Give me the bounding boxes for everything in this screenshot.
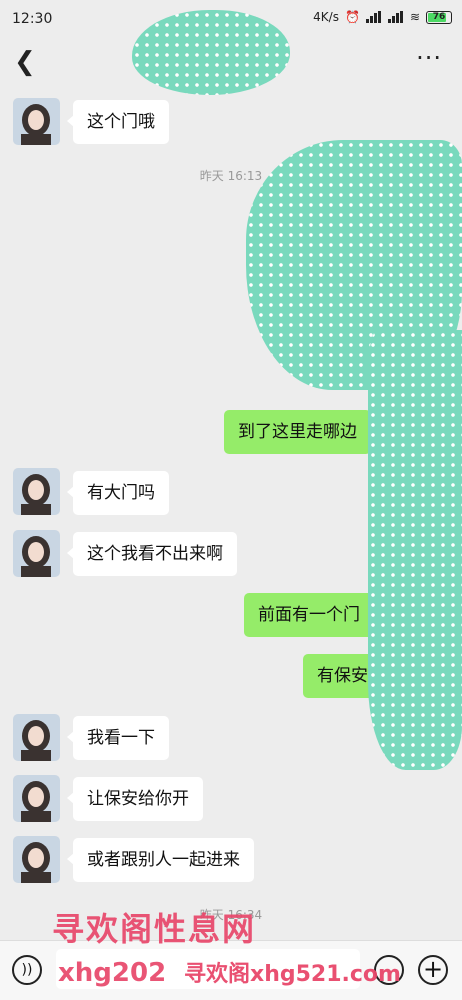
- status-icons: 4K/s ⏰ ≋ 76: [313, 10, 452, 24]
- message-bubble[interactable]: 前面有一个门: [244, 593, 380, 637]
- clock: 12:30: [12, 11, 53, 27]
- wifi-icon: ≋: [409, 10, 420, 24]
- message-bubble[interactable]: 这个门哦: [67, 100, 169, 144]
- message-bubble[interactable]: 有大门吗: [67, 471, 169, 515]
- network-speed: 4K/s: [313, 10, 339, 24]
- avatar[interactable]: [13, 714, 60, 761]
- more-dots-icon[interactable]: ···: [416, 44, 442, 72]
- avatar[interactable]: [13, 836, 60, 883]
- chevron-left-icon[interactable]: ❮: [14, 48, 36, 76]
- avatar[interactable]: [13, 98, 60, 145]
- message-bubble[interactable]: 到了这里走哪边: [224, 410, 377, 454]
- message-bubble[interactable]: 让保安给你开: [67, 777, 203, 821]
- avatar[interactable]: [13, 775, 60, 822]
- signal-icon-2: [387, 11, 404, 23]
- avatar[interactable]: [13, 468, 60, 515]
- signal-icon: [365, 11, 382, 23]
- alarm-icon: ⏰: [344, 10, 360, 24]
- watermark-text: xhg202: [58, 958, 167, 988]
- watermark-text: 寻欢阁性息网: [52, 910, 257, 948]
- redaction-blob: [132, 10, 290, 95]
- message-bubble[interactable]: 这个我看不出来啊: [67, 532, 237, 576]
- plus-icon[interactable]: +: [418, 955, 448, 985]
- redaction-blob: [368, 330, 462, 770]
- message-bubble[interactable]: 我看一下: [67, 716, 169, 760]
- battery-icon: 76: [426, 10, 452, 24]
- watermark-text: 寻欢阁xhg521.com: [184, 962, 401, 987]
- voice-icon[interactable]: )): [12, 955, 42, 985]
- message-bubble[interactable]: 或者跟别人一起进来: [67, 838, 254, 882]
- avatar[interactable]: [13, 530, 60, 577]
